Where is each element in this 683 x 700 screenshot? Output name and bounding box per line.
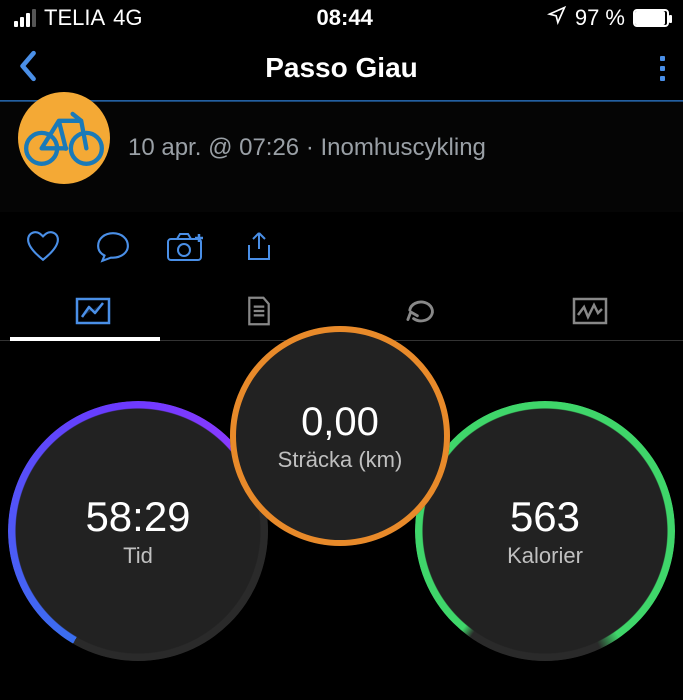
- carrier-label: TELIA: [44, 5, 105, 31]
- location-icon: [547, 5, 567, 31]
- stats-gauges: 58:29 Tid 563 Kalorier 0,00 Sträcka (km): [0, 341, 683, 700]
- page-title: Passo Giau: [0, 52, 683, 84]
- share-button[interactable]: [242, 231, 276, 263]
- like-button[interactable]: [26, 231, 60, 263]
- tab-charts[interactable]: [507, 281, 673, 340]
- add-photo-button[interactable]: [166, 231, 206, 263]
- network-label: 4G: [113, 5, 142, 31]
- activity-meta: 10 apr. @ 07:26 · Inomhuscykling: [128, 134, 486, 162]
- nav-header: Passo Giau: [0, 36, 683, 100]
- gauge-time[interactable]: 58:29 Tid: [8, 401, 268, 661]
- tab-overview[interactable]: [10, 281, 176, 340]
- gauge-calories[interactable]: 563 Kalorier: [415, 401, 675, 661]
- status-bar: TELIA 4G 08:44 97 %: [0, 0, 683, 36]
- battery-pct: 97 %: [575, 5, 625, 31]
- signal-icon: [14, 9, 36, 27]
- action-bar: [0, 212, 683, 281]
- activity-summary: 10 apr. @ 07:26 · Inomhuscykling: [0, 102, 683, 212]
- gauge-distance[interactable]: 0,00 Sträcka (km): [230, 326, 450, 546]
- battery-icon: [633, 9, 669, 27]
- clock: 08:44: [317, 5, 373, 31]
- overflow-menu-button[interactable]: [660, 56, 665, 81]
- activity-type-icon: [18, 92, 110, 184]
- back-button[interactable]: [18, 49, 40, 88]
- comment-button[interactable]: [96, 231, 130, 263]
